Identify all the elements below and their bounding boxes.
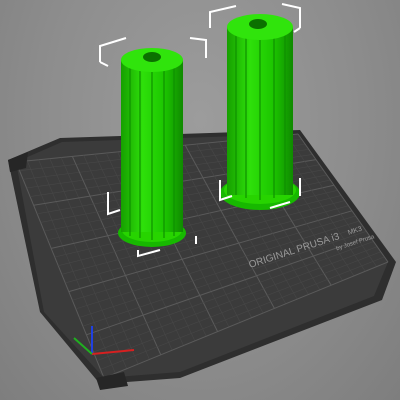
cylinder-part-left[interactable] bbox=[118, 48, 186, 247]
3d-viewport[interactable]: ORIGINAL PRUSA i3 MK3 by Josef Prusa bbox=[0, 0, 400, 400]
print-bed bbox=[8, 130, 396, 390]
scene-canvas[interactable]: ORIGINAL PRUSA i3 MK3 by Josef Prusa bbox=[0, 0, 400, 400]
cylinder-part-right[interactable] bbox=[220, 14, 300, 210]
